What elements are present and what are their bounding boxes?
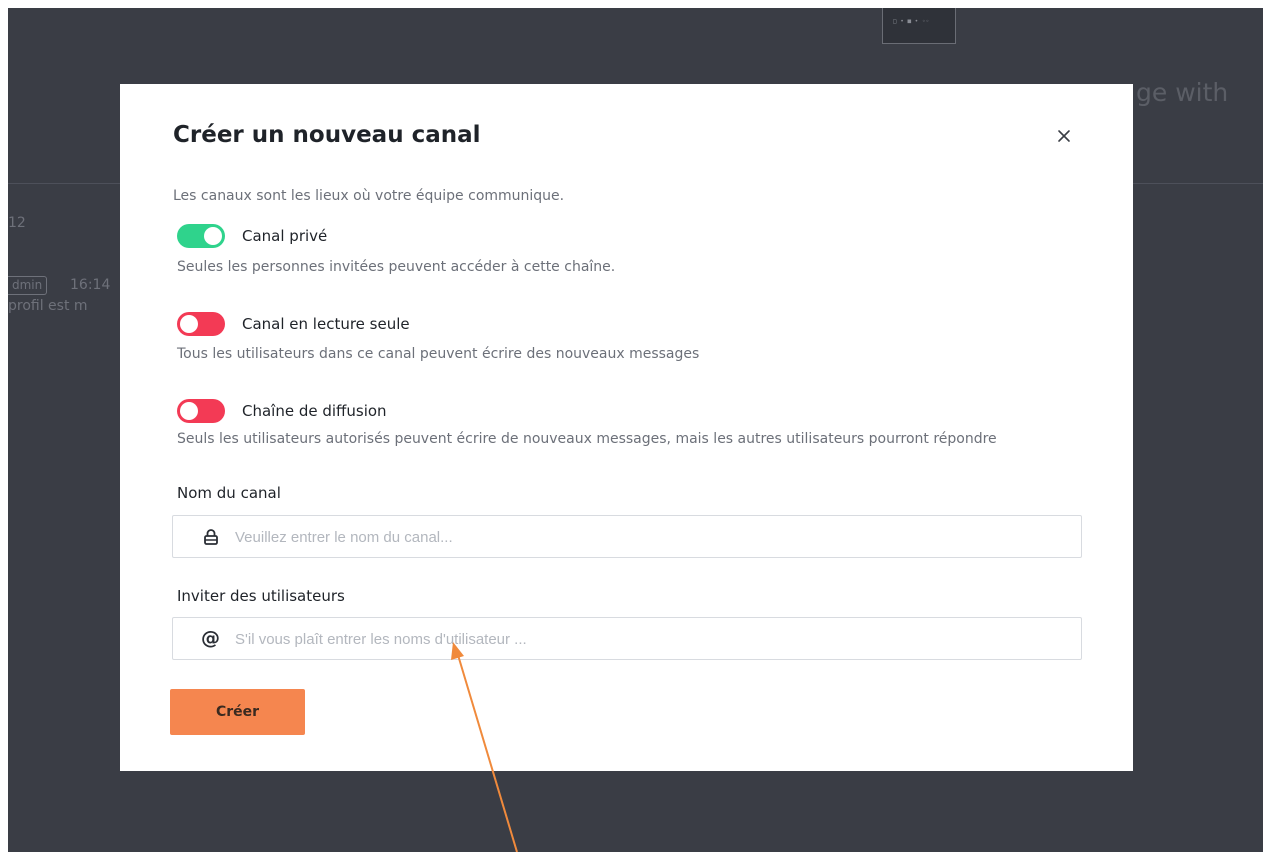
annotation-arrow-icon — [451, 642, 518, 852]
